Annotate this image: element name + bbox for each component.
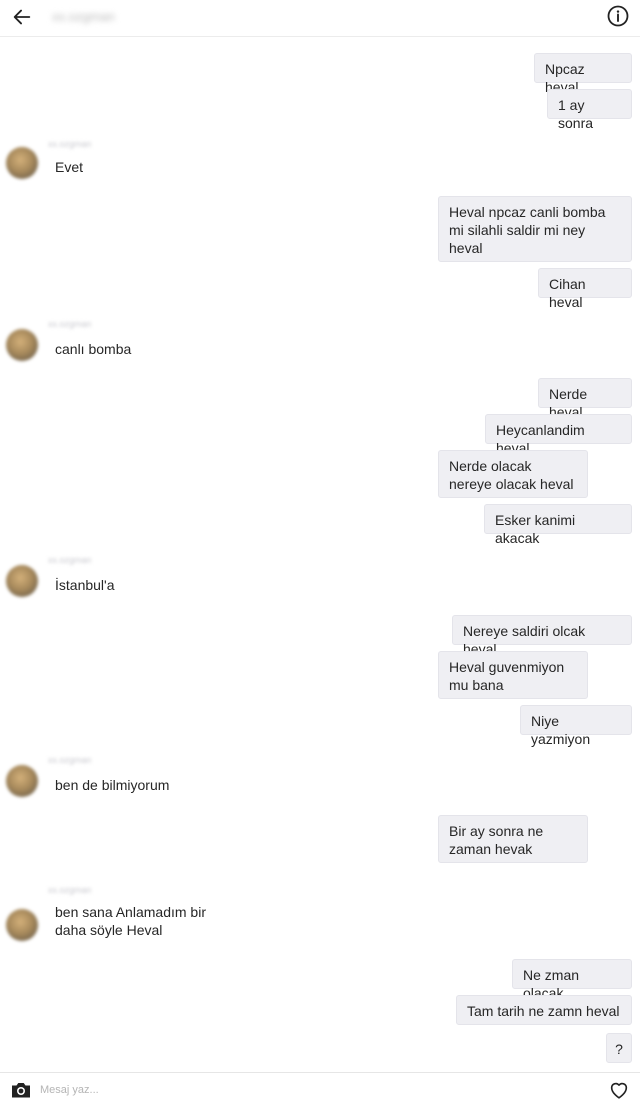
message-outgoing[interactable]: Bir ay sonra ne zaman hevak [438,815,588,863]
message-outgoing[interactable]: Esker kanimi akacak [484,504,632,546]
message-incoming[interactable]: Evet [55,158,83,176]
message-outgoing[interactable]: Nerde olacak nereye olacak heval [438,450,588,498]
message-outgoing[interactable]: Heycanlandim heval [485,414,632,456]
camera-icon [12,1083,30,1098]
message-outgoing[interactable]: Niye yazmiyon [520,705,632,747]
heart-icon [610,1082,628,1099]
sender-name: xx.ozgman [48,755,92,765]
sender-name: xx.ozgman [48,139,92,149]
message-incoming[interactable]: İstanbul'a [55,576,115,594]
message-composer [0,1072,640,1105]
avatar[interactable] [6,765,38,797]
back-button[interactable] [8,3,36,31]
like-button[interactable] [608,1079,630,1101]
avatar[interactable] [6,329,38,361]
sender-name: xx.ozgman [48,885,92,895]
message-incoming[interactable]: ben de bilmiyorum [55,776,169,794]
message-outgoing[interactable]: Nerde heval [538,378,632,420]
message-outgoing[interactable]: 1 ay sonra [547,89,632,131]
info-circle-icon [607,5,629,27]
avatar[interactable] [6,909,38,941]
camera-button[interactable] [10,1080,32,1100]
message-outgoing[interactable]: Npcaz heval [534,53,632,95]
message-outgoing[interactable]: Heval guvenmiyon mu bana [438,651,588,699]
message-outgoing[interactable]: Tam tarih ne zamn heval [456,995,632,1025]
arrow-left-icon [13,9,31,25]
message-outgoing[interactable]: Cihan heval [538,268,632,310]
message-outgoing[interactable]: Nereye saldiri olcak heval [452,615,632,657]
info-button[interactable] [606,4,630,28]
chat-screen: xx.ozgman Npcaz heval 1 ay sonra xx.ozgm… [0,0,640,1105]
message-outgoing[interactable]: Heval npcaz canli bomba mi silahli saldi… [438,196,632,262]
message-input[interactable] [40,1080,580,1100]
chat-header: xx.ozgman [0,0,640,37]
avatar[interactable] [6,147,38,179]
avatar[interactable] [6,565,38,597]
message-outgoing[interactable]: ? [606,1033,632,1063]
message-incoming[interactable]: ben sana Anlamadım bir daha söyle Heval [55,903,225,939]
chat-username[interactable]: xx.ozgman [52,9,115,24]
sender-name: xx.ozgman [48,555,92,565]
message-outgoing[interactable]: Ne zman olacak [512,959,632,1001]
message-incoming[interactable]: canlı bomba [55,340,131,358]
sender-name: xx.ozgman [48,319,92,329]
message-list[interactable]: Npcaz heval 1 ay sonra xx.ozgman Evet He… [0,37,640,1067]
